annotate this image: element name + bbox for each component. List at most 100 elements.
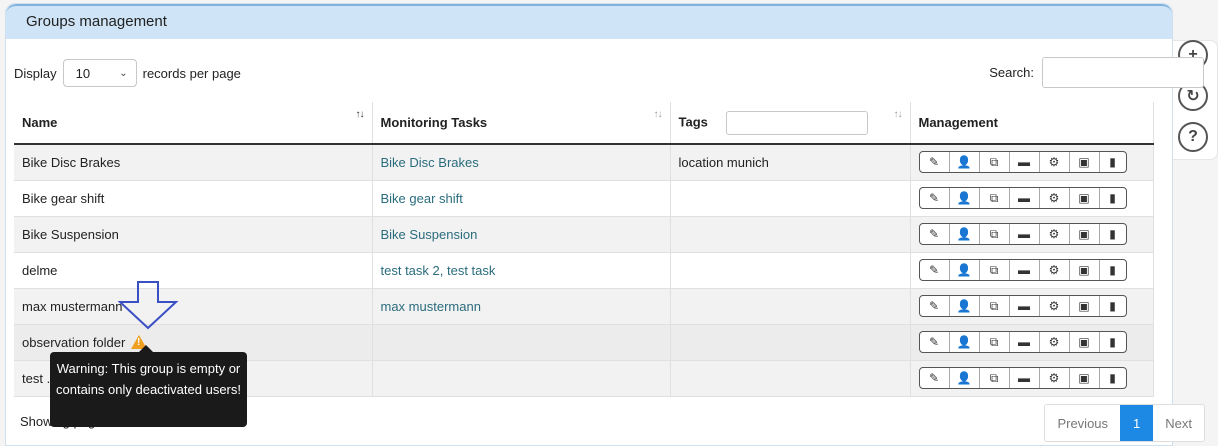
table-row: Bike gear shift Bike gear shift ✎ 👤 ⧉ ▬ ⚙ ▣ ▮ <box>14 180 1154 217</box>
folder-icon[interactable]: ▬ <box>1010 188 1040 208</box>
management-cell: ✎ 👤 ⧉ ▬ ⚙ ▣ ▮ <box>910 180 1154 217</box>
table-controls: Display 10 ⌄ records per page Search: <box>14 57 1204 89</box>
folder-icon[interactable]: ▬ <box>1010 260 1040 280</box>
pencil-icon[interactable]: ✎ <box>920 188 950 208</box>
user-icon[interactable]: 👤 <box>950 296 980 316</box>
trash-icon[interactable]: ▮ <box>1100 368 1126 388</box>
trash-icon[interactable]: ▮ <box>1100 332 1126 352</box>
copy-icon[interactable]: ⧉ <box>980 224 1010 244</box>
excel-icon[interactable]: ▣ <box>1070 332 1100 352</box>
management-buttons: ✎ 👤 ⧉ ▬ ⚙ ▣ ▮ <box>918 295 1127 317</box>
excel-icon[interactable]: ▣ <box>1070 260 1100 280</box>
trash-icon[interactable]: ▮ <box>1100 296 1126 316</box>
panel-title: Groups management <box>6 4 1172 39</box>
gear-icon[interactable]: ⚙ <box>1040 152 1070 173</box>
management-buttons: ✎ 👤 ⧉ ▬ ⚙ ▣ ▮ <box>918 187 1127 209</box>
folder-icon[interactable]: ▬ <box>1010 296 1040 316</box>
trash-icon[interactable]: ▮ <box>1100 152 1126 172</box>
gear-icon[interactable]: ⚙ <box>1040 368 1070 388</box>
folder-icon[interactable]: ▬ <box>1010 368 1040 388</box>
group-tags <box>670 252 911 289</box>
excel-icon[interactable]: ▣ <box>1070 188 1100 208</box>
gear-icon[interactable]: ⚙ <box>1040 224 1070 244</box>
help-icon[interactable]: ? <box>1178 122 1208 152</box>
copy-icon[interactable]: ⧉ <box>980 188 1010 208</box>
pencil-icon[interactable]: ✎ <box>920 260 950 280</box>
trash-icon[interactable]: ▮ <box>1100 260 1126 280</box>
page-size-value: 10 <box>75 65 91 81</box>
excel-icon[interactable]: ▣ <box>1070 224 1100 244</box>
management-cell: ✎ 👤 ⧉ ▬ ⚙ ▣ ▮ <box>910 144 1154 181</box>
task-link[interactable]: max mustermann <box>372 288 671 325</box>
table-row: Bike Suspension Bike Suspension ✎ 👤 ⧉ ▬ ⚙ ▣ ▮ <box>14 216 1154 253</box>
task-link[interactable]: Bike gear shift <box>372 180 671 217</box>
search-label: Search: <box>989 65 1034 80</box>
group-tags <box>670 180 911 217</box>
management-buttons: ✎ 👤 ⧉ ▬ ⚙ ▣ ▮ <box>918 367 1127 389</box>
column-header-name[interactable]: Name ↑↓ <box>14 102 373 145</box>
chevron-down-icon: ⌄ <box>119 67 128 79</box>
user-icon[interactable]: 👤 <box>950 188 980 208</box>
display-label: Display <box>14 65 57 81</box>
column-header-tasks[interactable]: Monitoring Tasks ↑↓ <box>372 102 671 145</box>
trash-icon[interactable]: ▮ <box>1100 188 1126 208</box>
copy-icon[interactable]: ⧉ <box>980 368 1010 388</box>
search-input[interactable] <box>1042 57 1204 88</box>
user-icon[interactable]: 👤 <box>950 260 980 280</box>
task-link <box>372 360 671 397</box>
copy-icon[interactable]: ⧉ <box>980 296 1010 316</box>
gear-icon[interactable]: ⚙ <box>1040 188 1070 208</box>
trash-icon[interactable]: ▮ <box>1100 224 1126 244</box>
excel-icon[interactable]: ▣ <box>1070 296 1100 316</box>
user-icon[interactable]: 👤 <box>950 224 980 244</box>
management-cell: ✎ 👤 ⧉ ▬ ⚙ ▣ ▮ <box>910 216 1154 253</box>
pagination: Previous 1 Next <box>1044 404 1205 442</box>
page-size-control: Display 10 ⌄ records per page <box>14 59 241 87</box>
pencil-icon[interactable]: ✎ <box>920 224 950 244</box>
pencil-icon[interactable]: ✎ <box>920 296 950 316</box>
sort-icon: ↑↓ <box>653 109 663 120</box>
management-cell: ✎ 👤 ⧉ ▬ ⚙ ▣ ▮ <box>910 360 1154 397</box>
pencil-icon[interactable]: ✎ <box>920 368 950 388</box>
management-cell: ✎ 👤 ⧉ ▬ ⚙ ▣ ▮ <box>910 324 1154 361</box>
management-buttons: ✎ 👤 ⧉ ▬ ⚙ ▣ ▮ <box>918 151 1127 174</box>
task-link[interactable]: test task 2, test task <box>372 252 671 289</box>
group-name: Bike Suspension <box>14 216 373 253</box>
group-name: Bike gear shift <box>14 180 373 217</box>
gear-icon[interactable]: ⚙ <box>1040 332 1070 352</box>
management-cell: ✎ 👤 ⧉ ▬ ⚙ ▣ ▮ <box>910 252 1154 289</box>
tags-filter-input[interactable] <box>725 110 868 135</box>
column-header-tags[interactable]: Tags ↑↓ <box>670 102 911 145</box>
folder-icon[interactable]: ▬ <box>1010 224 1040 244</box>
next-button[interactable]: Next <box>1153 405 1204 441</box>
copy-icon[interactable]: ⧉ <box>980 332 1010 352</box>
group-name: Bike Disc Brakes <box>14 144 373 181</box>
copy-icon[interactable]: ⧉ <box>980 260 1010 280</box>
user-icon[interactable]: 👤 <box>950 332 980 352</box>
task-link[interactable]: Bike Disc Brakes <box>372 144 671 181</box>
records-label: records per page <box>142 65 241 81</box>
warning-tooltip: Warning: This group is empty or contains… <box>50 345 247 427</box>
page-1-button[interactable]: 1 <box>1120 405 1154 441</box>
group-name: observation folder <box>22 334 126 350</box>
folder-icon[interactable]: ▬ <box>1010 152 1040 173</box>
user-icon[interactable]: 👤 <box>950 368 980 388</box>
gear-icon[interactable]: ⚙ <box>1040 260 1070 280</box>
pencil-icon[interactable]: ✎ <box>920 152 950 173</box>
table-header-row: Name ↑↓ Monitoring Tasks ↑↓ Tags ↑↓ Mana… <box>14 102 1154 145</box>
sort-icon: ↑↓ <box>355 109 365 120</box>
search-control: Search: <box>989 57 1204 88</box>
management-cell: ✎ 👤 ⧉ ▬ ⚙ ▣ ▮ <box>910 288 1154 325</box>
excel-icon[interactable]: ▣ <box>1070 152 1100 173</box>
group-tags <box>670 216 911 253</box>
folder-icon[interactable]: ▬ <box>1010 332 1040 352</box>
excel-icon[interactable]: ▣ <box>1070 368 1100 388</box>
page-size-select[interactable]: 10 ⌄ <box>62 59 137 87</box>
pencil-icon[interactable]: ✎ <box>920 332 950 352</box>
management-buttons: ✎ 👤 ⧉ ▬ ⚙ ▣ ▮ <box>918 223 1127 245</box>
previous-button[interactable]: Previous <box>1045 405 1121 441</box>
task-link[interactable]: Bike Suspension <box>372 216 671 253</box>
gear-icon[interactable]: ⚙ <box>1040 296 1070 316</box>
user-icon[interactable]: 👤 <box>950 152 980 173</box>
copy-icon[interactable]: ⧉ <box>980 152 1010 173</box>
